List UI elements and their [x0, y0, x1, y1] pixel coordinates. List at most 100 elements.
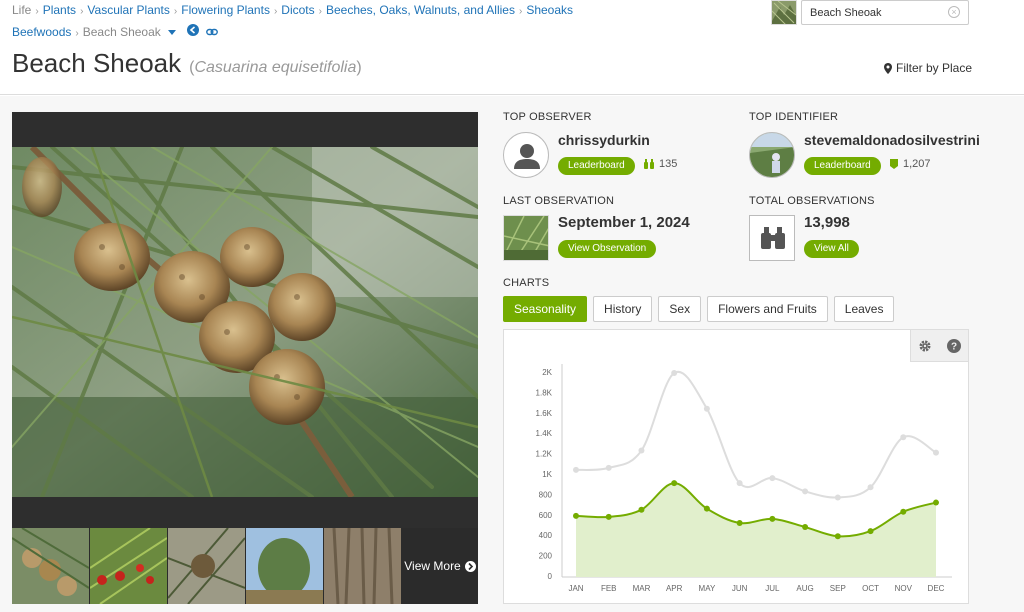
x-tick-label: DEC [928, 584, 945, 593]
arrow-right-circle-icon [464, 560, 476, 572]
gear-icon[interactable] [916, 337, 934, 355]
series-grey-point[interactable] [671, 370, 678, 377]
photo-thumbnail[interactable] [324, 528, 401, 604]
breadcrumb-sheoaks[interactable]: Sheoaks [526, 3, 573, 17]
taxon-search-input[interactable] [801, 0, 969, 25]
total-observations-label: TOTAL OBSERVATIONS [749, 195, 875, 207]
series-grey-point[interactable] [867, 484, 874, 491]
photo-thumbnail[interactable] [246, 528, 323, 604]
series-grey-point[interactable] [703, 405, 710, 412]
breadcrumb-flowering-plants[interactable]: Flowering Plants [181, 3, 270, 17]
series-green-point[interactable] [802, 524, 809, 531]
x-tick-label: APR [666, 584, 683, 593]
chart-canvas: 0 200 400 600 800 1K 1.2K 1.4K 1.6K 1.8K 2K JAN FEB M… [536, 364, 952, 593]
series-green-point[interactable] [933, 499, 939, 506]
series-grey-point[interactable] [900, 434, 907, 441]
series-green-point[interactable] [605, 513, 612, 520]
photo-viewer: View More [12, 112, 478, 604]
photo-thumbnail[interactable] [12, 528, 89, 604]
help-icon[interactable]: ? [945, 337, 963, 355]
breadcrumb-beefwoods[interactable]: Beefwoods [12, 25, 71, 39]
series-green-point[interactable] [900, 508, 907, 515]
x-tick-label: OCT [862, 584, 879, 593]
series-green-point[interactable] [573, 512, 579, 519]
taxon-thumbnail[interactable] [771, 0, 797, 25]
series-grey-point[interactable] [769, 475, 776, 482]
breadcrumb-separator: › [318, 6, 322, 17]
observer-count: 135 [643, 158, 677, 170]
tab-leaves[interactable]: Leaves [833, 296, 895, 322]
observer-count-value: 135 [659, 158, 678, 170]
tab-seasonality[interactable]: Seasonality [503, 296, 588, 322]
identifier-leaderboard-button[interactable]: Leaderboard [804, 157, 881, 175]
breadcrumb-plants[interactable]: Plants [43, 3, 76, 17]
main-photo[interactable] [12, 147, 478, 497]
tab-flowers-and-fruits[interactable]: Flowers and Fruits [707, 296, 828, 322]
identifier-count: 1,207 [889, 158, 931, 170]
y-tick-label: 400 [539, 531, 553, 540]
view-observation-button[interactable]: View Observation [558, 240, 657, 258]
breadcrumb-row-2: Beefwoods › Beach Sheoak [12, 22, 772, 44]
common-name: Beach Sheoak [12, 48, 182, 78]
series-grey-point[interactable] [802, 488, 809, 495]
page-title: Beach Sheoak (Casuarina equisetifolia) [12, 48, 362, 79]
user-avatar-icon[interactable] [503, 132, 549, 178]
series-grey-point[interactable] [573, 466, 579, 473]
last-observation-date: September 1, 2024 [558, 214, 690, 231]
breadcrumb: Life › Plants › Vascular Plants › Flowering Pl… [12, 0, 772, 44]
series-green-point[interactable] [867, 528, 874, 535]
series-green-point[interactable] [769, 515, 776, 522]
identifier-avatar[interactable] [749, 132, 795, 178]
breadcrumb-vascular-plants[interactable]: Vascular Plants [87, 3, 169, 17]
series-grey-point[interactable] [834, 494, 841, 501]
x-tick-label: NOV [895, 584, 913, 593]
series-green-point[interactable] [703, 505, 710, 512]
top-identifier-label: TOP IDENTIFIER [749, 111, 839, 123]
breadcrumb-current: Beach Sheoak [82, 25, 161, 39]
x-tick-label: FEB [601, 584, 617, 593]
observer-leaderboard-button[interactable]: Leaderboard [558, 157, 635, 175]
link-icon[interactable] [205, 22, 218, 43]
series-grey-point[interactable] [933, 449, 939, 456]
y-tick-label: 1K [542, 470, 552, 479]
series-green-point[interactable] [736, 519, 743, 526]
series-grey-point[interactable] [605, 464, 612, 471]
series-green-point[interactable] [638, 506, 645, 513]
chevron-down-icon[interactable] [168, 22, 177, 43]
y-tick-label: 1.6K [536, 409, 553, 418]
series-green-point[interactable] [671, 480, 678, 487]
breadcrumb-separator: › [35, 6, 39, 17]
x-tick-label: AUG [796, 584, 813, 593]
x-tick-label: JAN [568, 584, 583, 593]
top-identifier-name[interactable]: stevemaldonadosilvestrini [804, 132, 1024, 148]
y-tick-label: 200 [539, 552, 553, 561]
photo-thumbnails: View More [12, 528, 478, 604]
breadcrumb-beeches-oaks[interactable]: Beeches, Oaks, Walnuts, and Allies [326, 3, 515, 17]
x-tick-label: JUL [765, 584, 780, 593]
tab-history[interactable]: History [593, 296, 653, 322]
arrow-left-circle-icon[interactable] [187, 22, 200, 43]
photo-thumbnail[interactable] [90, 528, 167, 604]
filter-by-place-button[interactable]: Filter by Place [884, 61, 972, 75]
breadcrumb-separator: › [75, 28, 79, 39]
series-green-point[interactable] [834, 533, 841, 540]
breadcrumb-dicots[interactable]: Dicots [281, 3, 314, 17]
y-tick-label: 2K [542, 368, 552, 377]
breadcrumb-life[interactable]: Life [12, 3, 31, 17]
binoculars-icon [644, 159, 654, 169]
series-grey-line [575, 370, 937, 499]
tab-sex[interactable]: Sex [658, 296, 702, 322]
view-more-label: View More [404, 559, 461, 573]
photo-thumbnail[interactable] [168, 528, 245, 604]
series-grey-point[interactable] [638, 447, 645, 454]
series-grey-point[interactable] [736, 480, 743, 487]
view-more-photos-button[interactable]: View More [402, 528, 478, 604]
view-all-button[interactable]: View All [804, 240, 859, 258]
scientific-name-text: Casuarina equisetifolia [194, 59, 357, 76]
breadcrumb-separator: › [518, 6, 523, 17]
last-observation-photo[interactable] [503, 215, 549, 261]
breadcrumb-separator: › [80, 6, 84, 17]
clear-search-icon[interactable]: × [948, 6, 960, 18]
top-observer-name[interactable]: chrissydurkin [558, 132, 650, 148]
breadcrumb-separator: › [273, 6, 278, 17]
